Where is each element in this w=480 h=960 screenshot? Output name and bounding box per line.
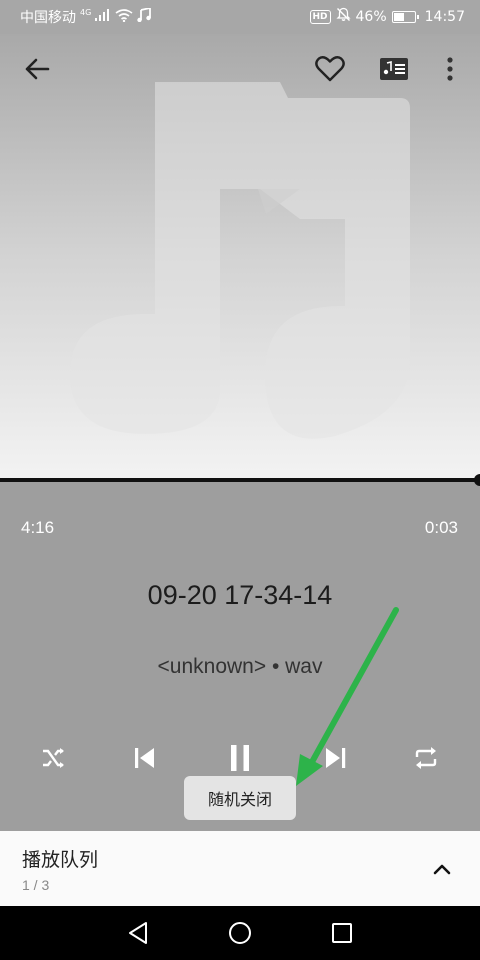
shuffle-icon [43,748,64,768]
nav-home-button[interactable] [224,917,256,949]
shuffle-button[interactable] [33,738,73,778]
status-right-group: HD 46% 14:57 [309,7,465,26]
nav-back-button[interactable] [122,917,154,949]
queue-expand-button[interactable] [424,851,460,887]
favorite-button[interactable] [310,49,350,89]
back-arrow-icon [25,58,50,80]
pause-button[interactable] [220,738,260,778]
pause-icon [231,745,249,771]
status-left-group: 中国移动 4G [20,6,152,27]
next-button[interactable] [316,738,356,778]
hd-badge: HD [309,9,331,24]
carrier-label: 中国移动 [20,10,76,26]
seek-bar-thumb[interactable] [474,474,480,486]
wifi-icon [115,8,133,26]
next-icon [326,748,346,768]
track-subtitle: <unknown> • wav [157,655,323,678]
previous-icon [135,748,154,768]
back-button[interactable] [17,49,57,89]
nav-recents-button[interactable] [326,917,358,949]
elapsed-time: 4:16 [21,518,55,537]
status-bar: 中国移动 4G HD 46% 14:57 [0,0,480,34]
repeat-icon [415,747,437,769]
more-vert-icon [447,57,453,81]
battery-percent-label: 46% [355,8,387,25]
queue-count: 1 / 3 [22,877,50,893]
more-options-button[interactable] [430,49,470,89]
queue-title: 播放队列 [22,849,99,871]
album-placeholder-music-icon [70,82,410,439]
repeat-button[interactable] [406,738,446,778]
battery-icon [391,10,419,23]
nav-recents-icon [332,923,352,943]
play-queue-bar[interactable]: 播放队列 1 / 3 [0,831,480,906]
nav-back-icon [129,922,147,944]
lyrics-icon [380,58,408,80]
signal-icon [95,9,111,25]
seek-bar[interactable] [0,474,480,486]
heart-icon [315,56,345,82]
seek-bar-fill [0,474,480,486]
music-note-icon [137,6,152,26]
system-nav-bar [0,906,480,960]
shuffle-off-toast: 随机关闭 [184,776,296,820]
mute-bell-icon [335,7,351,26]
nav-home-icon [229,922,251,944]
network-type-label: 4G [80,8,92,17]
remaining-time: 0:03 [424,518,458,537]
lyrics-button[interactable] [374,49,414,89]
previous-button[interactable] [124,738,164,778]
clock-label: 14:57 [424,8,465,25]
track-title: 09-20 17-34-14 [147,580,333,610]
album-art-area [0,34,480,480]
chevron-up-icon [433,864,451,875]
